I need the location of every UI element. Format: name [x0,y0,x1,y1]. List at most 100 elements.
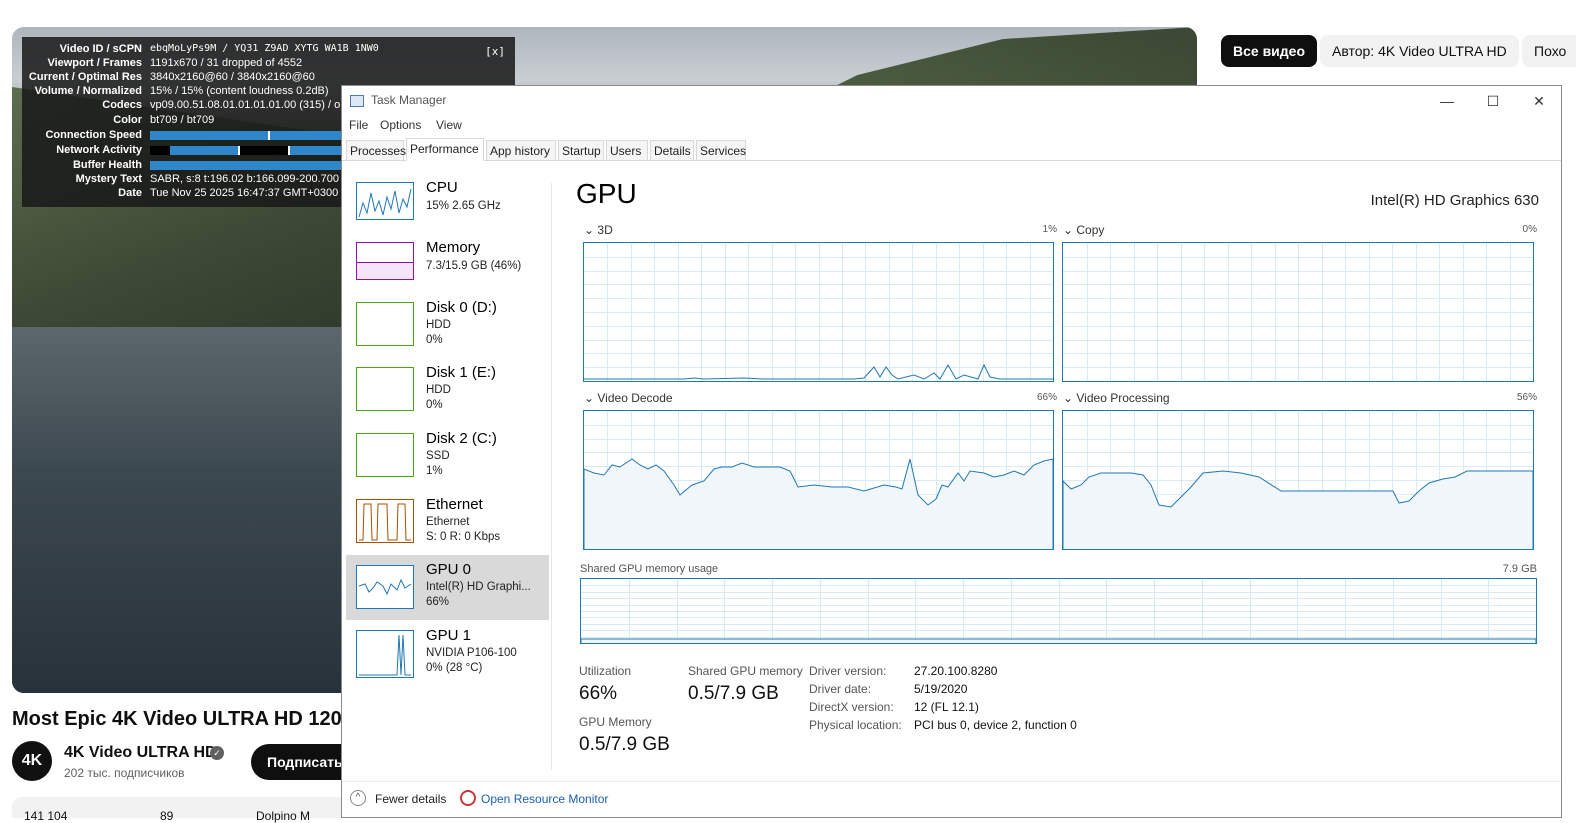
video-title: Most Epic 4K Video ULTRA HD 120 fp [12,708,367,730]
tab-users[interactable]: Users [606,140,648,160]
stats-row: Current / Optimal Res 3840x2160@60 / 384… [22,70,515,84]
sidebar-name: CPU [426,179,458,196]
driver-date-value: 5/19/2020 [914,682,968,696]
utilization-label: Utilization [579,664,632,678]
memory-thumbnail [356,242,414,280]
driver-version-label: Driver version: [809,664,887,678]
sidebar-detail: 0% [426,399,443,411]
stats-label: Volume / Normalized [34,85,142,97]
engine-percent: 66% [1036,392,1057,403]
buffer-health-bar [150,161,350,170]
sidebar-item-disk0[interactable]: Disk 0 (D:) HDD 0% [346,293,549,355]
sidebar-detail: HDD [426,384,451,396]
sidebar-item-gpu0[interactable]: GPU 0 Intel(R) HD Graphi... 66% [346,555,549,620]
chip-all-videos[interactable]: Все видео [1221,35,1318,67]
graph-video-decode [583,410,1054,550]
sidebar-name: Ethernet [426,496,483,513]
channel-name[interactable]: 4K Video ULTRA HD [64,744,217,762]
resource-monitor-icon[interactable] [460,790,476,806]
sidebar-item-disk1[interactable]: Disk 1 (E:) HDD 0% [346,358,549,420]
disk2-thumbnail [356,433,414,477]
stats-value: vp09.00.51.08.01.01.01.01.00 (315) / o [150,99,341,111]
gpu-memory-label: GPU Memory [579,715,652,729]
tab-details[interactable]: Details [650,140,694,160]
subscriber-count: 202 тыс. подписчиков [64,766,185,780]
graph-shared-memory-svg [581,579,1536,643]
graph-video-decode-svg [584,411,1053,549]
sidebar-detail: 15% 2.65 GHz [426,200,501,212]
chip-similar[interactable]: Похо [1522,35,1576,67]
sidebar-item-cpu[interactable]: CPU 15% 2.65 GHz [346,173,549,235]
minimize-button[interactable]: — [1436,91,1458,111]
engine-label: Copy [1076,223,1105,237]
stats-label: Network Activity [56,144,142,156]
open-resource-monitor-link[interactable]: Open Resource Monitor [481,792,608,806]
tab-performance[interactable]: Performance [406,138,484,161]
sidebar-name: Disk 0 (D:) [426,299,497,316]
task-manager-icon [350,95,364,107]
tab-services[interactable]: Services [696,140,746,160]
driver-version-value: 27.20.100.8280 [914,664,998,678]
disk1-thumbnail [356,367,414,411]
chevron-up-icon[interactable]: ^ [350,790,366,806]
menu-options[interactable]: Options [380,118,421,132]
engine-dropdown-video-processing[interactable]: ⌄ Video Processing [1063,391,1170,405]
stats-label: Video ID / sCPN [59,43,142,55]
menu-file[interactable]: File [349,118,368,132]
ethernet-thumbnail [356,499,414,543]
fewer-details-button[interactable]: Fewer details [375,792,446,806]
connection-speed-bar [150,131,350,140]
sidebar-detail: 66% [426,596,450,608]
channel-avatar[interactable]: 4K [12,741,52,781]
stats-row: Video ID / sCPN ebqMoLyPs9M / YQ31 Z9AD … [22,42,515,56]
sidebar-detail: 0% (28 °C) [426,662,483,674]
sidebar-item-memory[interactable]: Memory 7.3/15.9 GB (46%) [346,233,549,295]
graph-shared-memory [580,578,1537,644]
stats-value: Tue Nov 25 2025 16:47:37 GMT+0300 ( [150,187,345,199]
stats-label: Viewport / Frames [47,57,142,69]
shared-memory-label: Shared GPU memory usage [580,563,719,575]
stats-row: Viewport / Frames 1191x670 / 31 dropped … [22,56,515,70]
menu-view[interactable]: View [436,118,462,132]
title-bar[interactable]: Task Manager — ☐ ✕ [342,86,1561,116]
graph-grid [581,579,1536,643]
description-box[interactable]: 141 104 89 Dolpino M [12,797,352,823]
engine-dropdown-copy[interactable]: ⌄ Copy [1063,223,1104,237]
stats-label: Date [118,187,142,199]
graph-video-processing-svg [1063,411,1533,549]
stats-value: 3840x2160@60 / 3840x2160@60 [150,71,315,83]
engine-dropdown-3d[interactable]: ⌄ 3D [584,223,613,237]
chip-author[interactable]: Автор: 4K Video ULTRA HD [1320,35,1519,67]
disk0-thumbnail [356,302,414,346]
cpu-thumbnail [356,182,414,220]
tab-strip: Processes Performance App history Startu… [342,138,1561,161]
task-manager-window[interactable]: Task Manager — ☐ ✕ File Options View Pro… [341,85,1562,818]
gpu-memory-value: 0.5/7.9 GB [579,734,670,755]
shared-gpu-memory-label: Shared GPU memory [688,664,803,678]
engine-percent: 56% [1516,392,1537,403]
stats-value: ebqMoLyPs9M / YQ31 Z9AD XYTG WA1B 1NW0 [150,43,379,54]
engine-dropdown-video-decode[interactable]: ⌄ Video Decode [584,391,673,405]
driver-date-label: Driver date: [809,682,872,696]
tab-app-history[interactable]: App history [486,140,556,160]
tab-startup[interactable]: Startup [558,140,604,160]
sidebar-item-disk2[interactable]: Disk 2 (C:) SSD 1% [346,424,549,486]
engine-percent: 1% [1042,224,1057,235]
utilization-value: 66% [579,683,618,704]
tab-processes[interactable]: Processes [346,140,406,160]
engine-label: Video Processing [1076,391,1170,405]
sidebar-item-gpu1[interactable]: GPU 1 NVIDIA P106-100 0% (28 °C) [346,621,549,683]
engine-label: 3D [597,223,613,237]
graph-grid [584,243,1053,381]
stats-label: Codecs [102,99,142,111]
close-button[interactable]: ✕ [1528,91,1550,111]
stats-label: Buffer Health [72,159,142,171]
stats-label: Color [113,114,142,126]
sidebar-item-ethernet[interactable]: Ethernet Ethernet S: 0 R: 0 Kbps [346,490,549,552]
date-text: 89 [160,809,174,823]
physical-location-label: Physical location: [809,718,902,732]
maximize-button[interactable]: ☐ [1482,91,1504,111]
shared-memory-max: 7.9 GB [1502,563,1537,575]
engine-label: Video Decode [597,391,673,405]
sidebar-detail: 0% [426,334,443,346]
